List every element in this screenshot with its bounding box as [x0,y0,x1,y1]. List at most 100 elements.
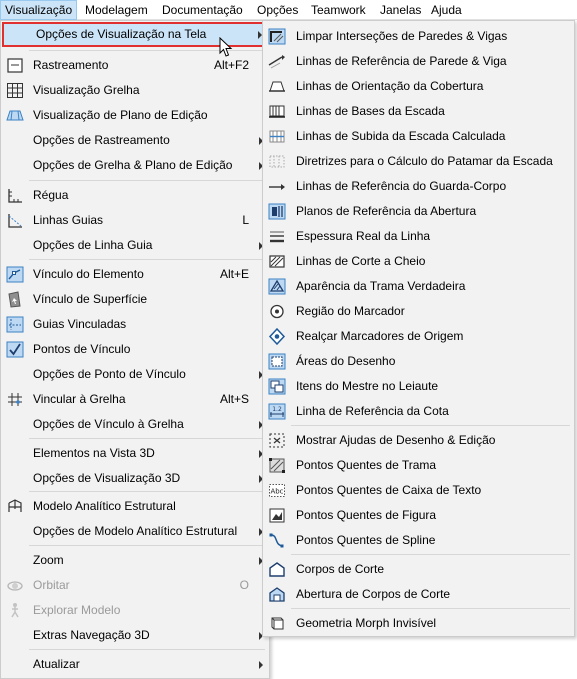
menubar-item-opcoes[interactable]: Opções [253,0,302,20]
submenu-item-spline-hotspots[interactable]: Pontos Quentes de Spline [263,528,574,553]
menu-item-label: Opções de Modelo Analítico Estrutural [33,524,238,538]
menu-item-snap-guides[interactable]: Guias Vinculadas [1,312,269,337]
tracker-icon [6,57,24,74]
separator [29,438,265,439]
submenu-item-true-line-weight[interactable]: Espessura Real da Linha [263,224,574,249]
submenu-item-stair-walking-line[interactable]: Linhas de Subida da Escada Calculada [263,124,574,149]
menu-item-label: Extras Navegação 3D [33,628,150,642]
menu-item-label: Orbitar [33,578,70,592]
menubar-item-modelagem[interactable]: Modelagem [81,0,152,20]
menu-item-structural-analytical-model-options[interactable]: Opções de Modelo Analítico Estrutural [1,519,269,544]
snap-points-icon [6,341,24,358]
master-items-icon [268,378,286,395]
vectorial-hatching-icon [268,278,286,295]
menu-item-label: Atualizar [33,657,80,671]
menu-item-tracker-options[interactable]: Opções de Rastreamento [1,128,269,153]
submenu-item-master-items[interactable]: Itens do Mestre no Leiaute [263,374,574,399]
submenu-item-bold-cut-lines[interactable]: Linhas de Corte a Cheio [263,249,574,274]
submenu-item-drawing-frames[interactable]: Áreas do Desenho [263,349,574,374]
menu-item-label: Geometria Morph Invisível [296,616,437,630]
drafting-aids-icon [268,432,286,449]
submenu-item-clean-intersections[interactable]: Limpar Interseções de Paredes & Vigas [263,24,574,49]
submenu-item-roof-pivot-lines[interactable]: Linhas de Orientação da Cobertura [263,74,574,99]
shortcut-label: Alt+S [219,392,249,406]
submenu-item-landing-guidelines[interactable]: Diretrizes para o Cálculo do Patamar da … [263,149,574,174]
submenu-item-drafting-aids[interactable]: Mostrar Ajudas de Desenho & Edição [263,428,574,453]
menubar-item-janelas[interactable]: Janelas [376,0,425,20]
menubar-item-visualizacao[interactable]: Visualização [0,0,78,20]
true-line-weight-icon [268,228,286,245]
menu-item-label: Rastreamento [33,58,109,72]
menubar-item-teamwork[interactable]: Teamwork [307,0,370,20]
on-screen-view-options-submenu: Limpar Interseções de Paredes & Vigas Li… [262,20,575,637]
menubar-item-documentacao[interactable]: Documentação [158,0,247,20]
menu-item-snap-to-grid[interactable]: Vincular à Grelha Alt+S [1,387,269,412]
menu-item-snap-point-options[interactable]: Opções de Ponto de Vínculo [1,362,269,387]
submenu-item-marker-region[interactable]: Região do Marcador [263,299,574,324]
menu-item-grid-editing-plane-options[interactable]: Opções de Grelha & Plano de Edição [1,153,269,178]
menu-item-label: Espessura Real da Linha [296,229,431,243]
marker-region-icon [268,303,286,320]
menu-item-3d-navigation-extras[interactable]: Extras Navegação 3D [1,623,269,648]
menu-item-label: Opções de Visualização 3D [33,471,181,485]
menu-item-label: Corpos de Corte [296,562,385,576]
clean-intersections-icon [268,28,286,45]
text-box-hotspots-icon: Abc [268,482,286,499]
menu-item-orbit[interactable]: Orbitar O [1,573,269,598]
menu-item-label: Opções de Linha Guia [33,238,153,252]
element-snap-icon [6,266,24,283]
submenu-item-highlight-source-markers[interactable]: Realçar Marcadores de Origem [263,324,574,349]
submenu-item-vectorial-hatching[interactable]: Aparência da Trama Verdadeira [263,274,574,299]
orbit-icon [6,577,24,594]
menu-item-grid-display[interactable]: Visualização Grelha [1,78,269,103]
guide-lines-icon [6,212,24,229]
menu-item-label: Pontos Quentes de Trama [296,458,437,472]
fill-hotspots-icon [268,457,286,474]
snap-to-grid-icon [6,391,24,408]
menu-item-label: Linhas de Orientação da Cobertura [296,79,484,93]
submenu-item-railing-reference-lines[interactable]: Linhas de Referência do Guarda-Corpo [263,174,574,199]
menu-item-label: Pontos Quentes de Figura [296,508,437,522]
menu-item-element-snap[interactable]: Vínculo do Elemento Alt+E [1,262,269,287]
menu-item-explore-model[interactable]: Explorar Modelo [1,598,269,623]
railing-reference-line-icon [268,178,286,195]
menubar-item-ajuda[interactable]: Ajuda [427,0,466,20]
menu-item-3d-view-options[interactable]: Opções de Visualização 3D [1,466,269,491]
submenu-item-stair-baselines[interactable]: Linhas de Bases da Escada [263,99,574,124]
menu-item-snap-grid-options[interactable]: Opções de Vínculo à Grelha [1,412,269,437]
submenu-item-invisible-morph-geometry[interactable]: Geometria Morph Invisível [263,611,574,636]
menu-item-label: Vincular à Grelha [33,392,126,406]
menu-item-elements-in-3d-view[interactable]: Elementos na Vista 3D [1,441,269,466]
menu-item-refresh[interactable]: Atualizar [1,652,269,677]
menu-item-label: Visualização Grelha [33,83,140,97]
menu-item-zoom[interactable]: Zoom [1,548,269,573]
submenu-item-solid-cut-bodies[interactable]: Corpos de Corte [263,557,574,582]
submenu-item-figure-hotspots[interactable]: Pontos Quentes de Figura [263,503,574,528]
menu-item-label: Região do Marcador [296,304,405,318]
menu-item-guide-lines[interactable]: Linhas Guias L [1,208,269,233]
submenu-item-dimension-reference-line[interactable]: 1.2 Linha de Referência da Cota [263,399,574,424]
structural-model-icon [6,498,24,515]
separator [29,649,265,650]
menu-item-label: Itens do Mestre no Leiaute [296,379,439,393]
menu-item-label: Linhas de Referência do Guarda-Corpo [296,179,507,193]
separator [29,180,265,181]
submenu-item-opening-cut-bodies[interactable]: Abertura de Corpos de Corte [263,582,574,607]
submenu-item-text-box-hotspots[interactable]: Abc Pontos Quentes de Caixa de Texto [263,478,574,503]
separator [291,608,570,609]
menu-item-surface-snap[interactable]: Vínculo de Superfície [1,287,269,312]
menu-item-label: Linha de Referência da Cota [296,404,449,418]
menu-item-editing-plane-display[interactable]: Visualização de Plano de Edição [1,103,269,128]
menu-item-snap-points[interactable]: Pontos de Vínculo [1,337,269,362]
svg-text:1.2: 1.2 [272,406,282,413]
submenu-item-wall-reference-lines[interactable]: Linhas de Referência de Parede & Viga [263,49,574,74]
menu-item-label: Guias Vinculadas [33,317,127,331]
menu-item-guide-line-options[interactable]: Opções de Linha Guia [1,233,269,258]
menu-item-ruler[interactable]: Régua [1,183,269,208]
menu-item-structural-analytical-model[interactable]: Modelo Analítico Estrutural [1,494,269,519]
submenu-item-opening-reference-planes[interactable]: Planos de Referência da Abertura [263,199,574,224]
menu-item-label: Opções de Grelha & Plano de Edição [33,158,233,172]
menu-item-label: Mostrar Ajudas de Desenho & Edição [296,433,496,447]
svg-text:Abc: Abc [270,488,283,496]
submenu-item-fill-hotspots[interactable]: Pontos Quentes de Trama [263,453,574,478]
